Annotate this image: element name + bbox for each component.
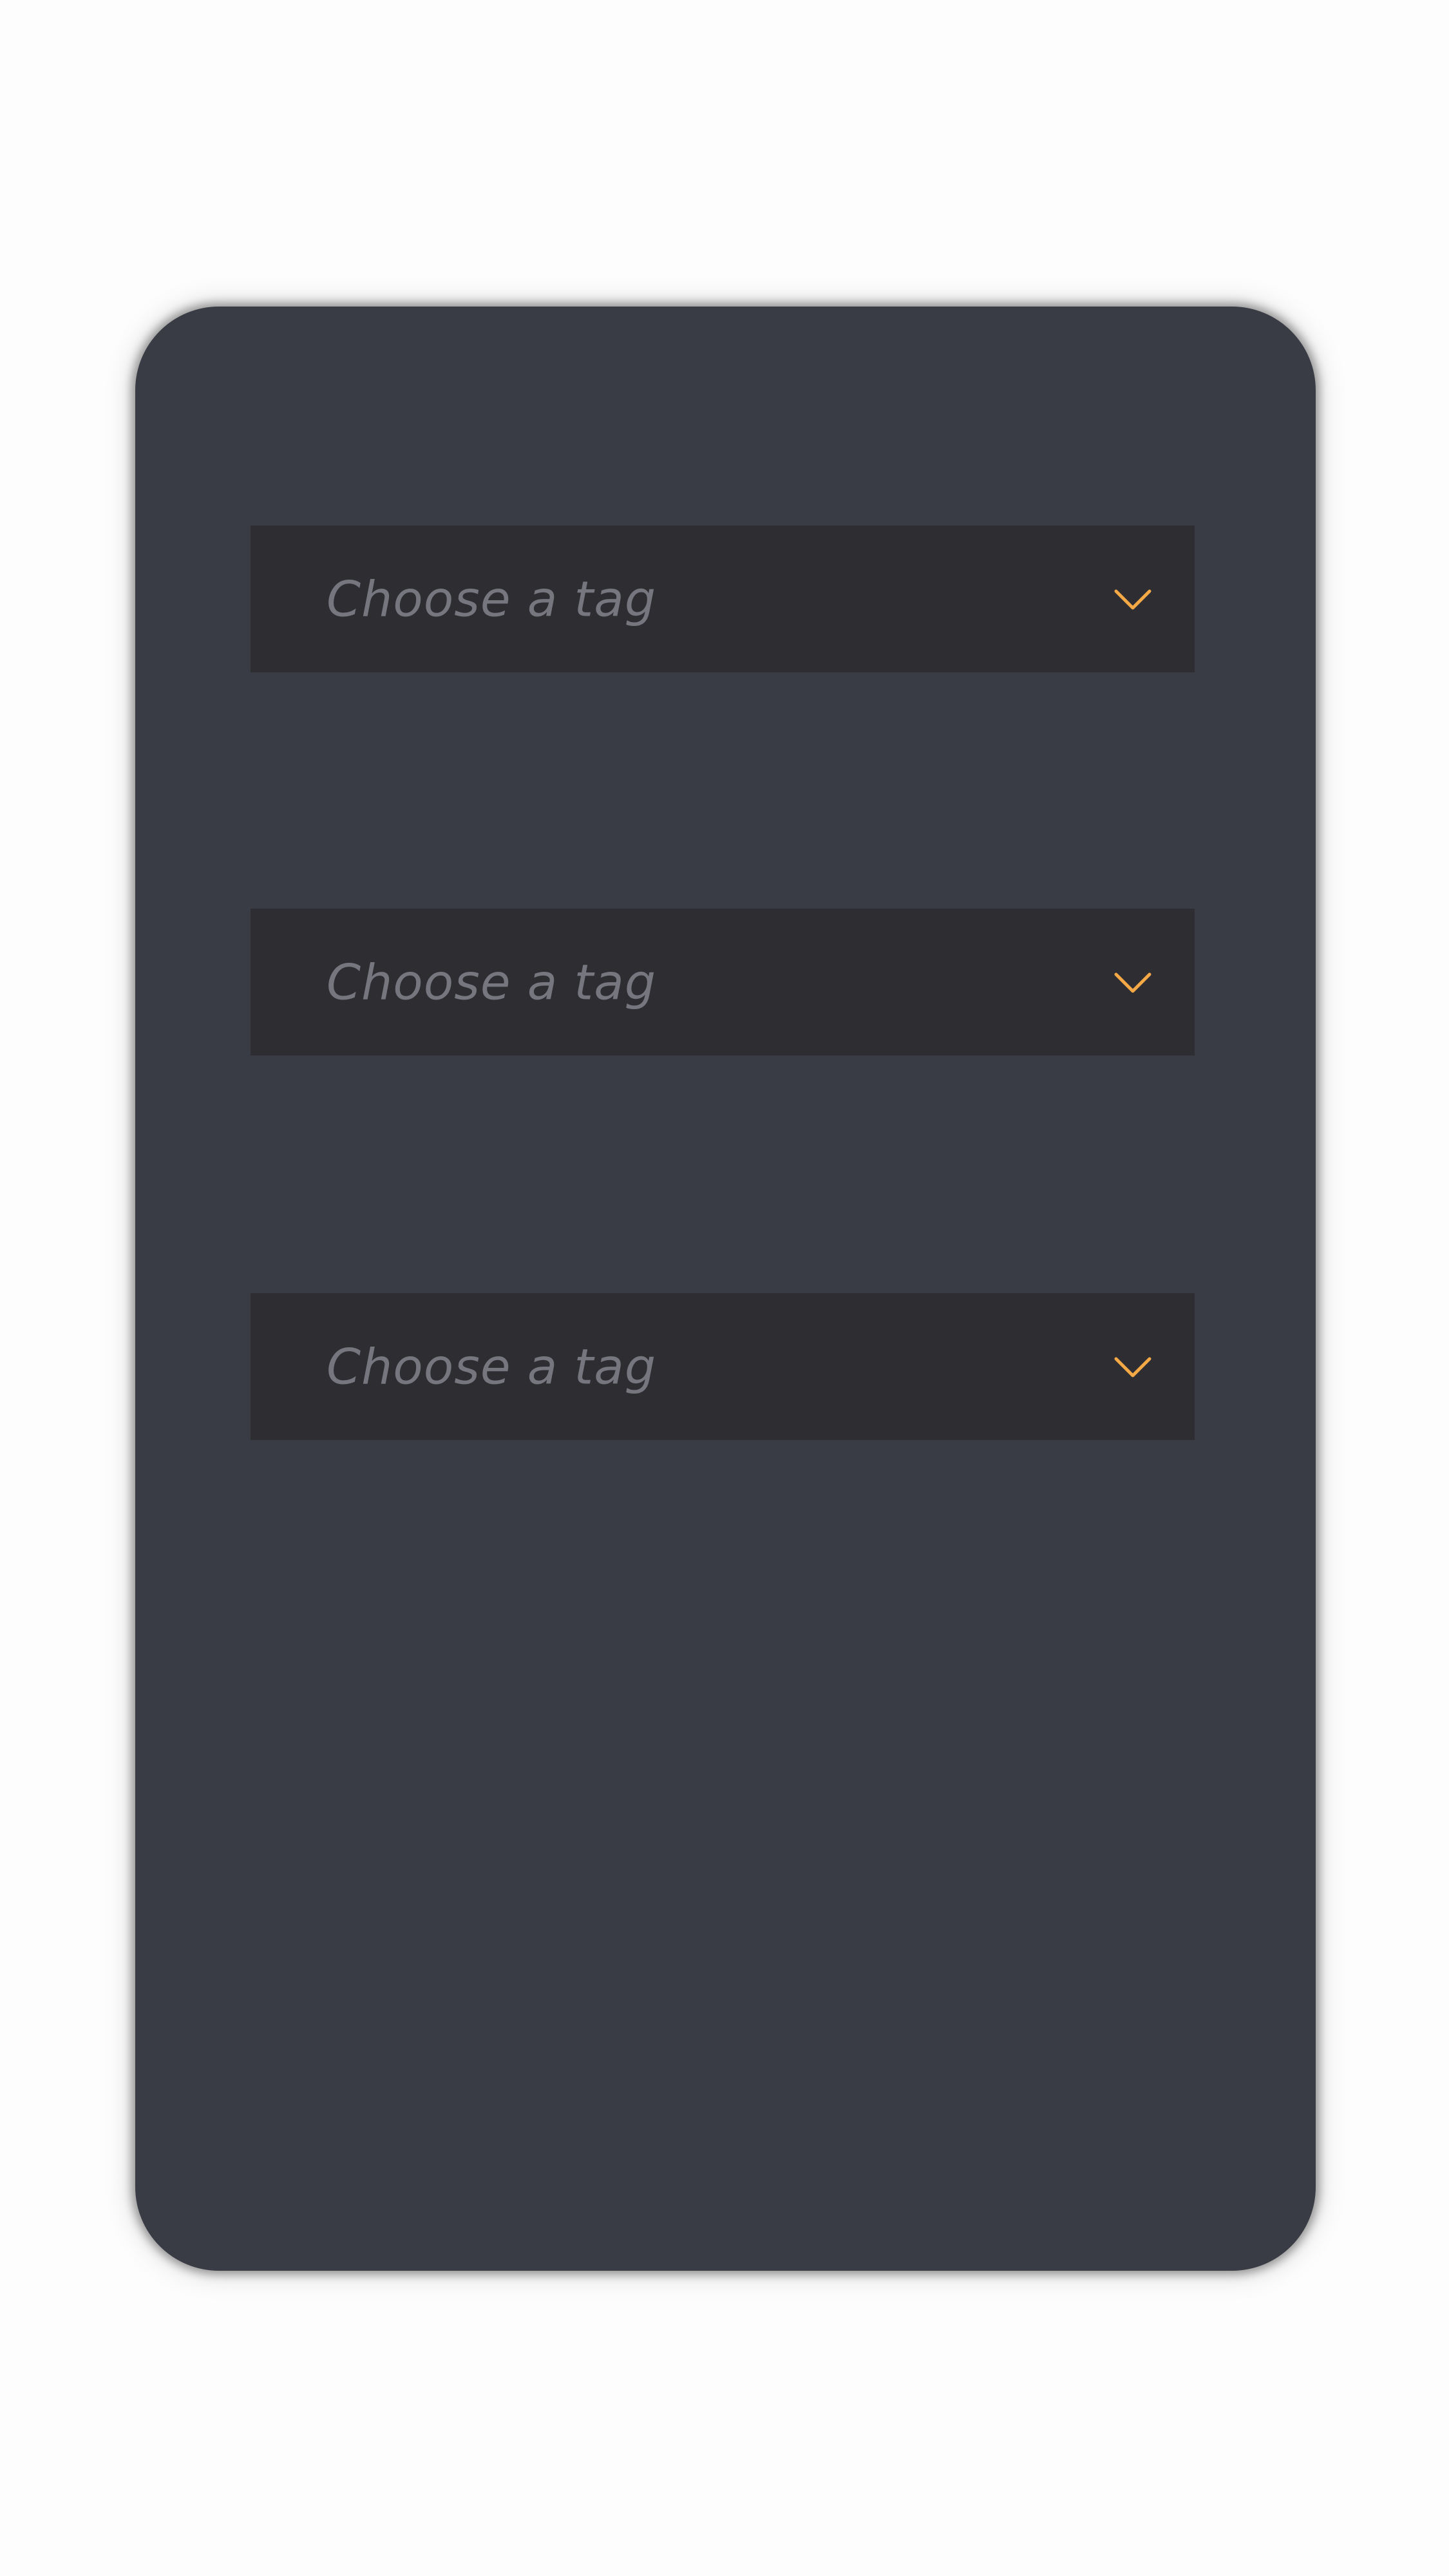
- tag-select-2[interactable]: Choose a tag: [251, 909, 1195, 1056]
- device-card: Choose a tag Choose a tag Choose a tag: [135, 307, 1316, 2271]
- tag-select-1[interactable]: Choose a tag: [251, 526, 1195, 672]
- tag-select-placeholder: Choose a tag: [327, 1338, 657, 1396]
- chevron-down-icon[interactable]: [1112, 1354, 1153, 1379]
- tag-select-3[interactable]: Choose a tag: [251, 1293, 1195, 1440]
- chevron-down-icon[interactable]: [1112, 586, 1153, 612]
- tag-select-placeholder: Choose a tag: [327, 570, 657, 628]
- tag-select-placeholder: Choose a tag: [327, 953, 657, 1011]
- chevron-down-icon[interactable]: [1112, 969, 1153, 995]
